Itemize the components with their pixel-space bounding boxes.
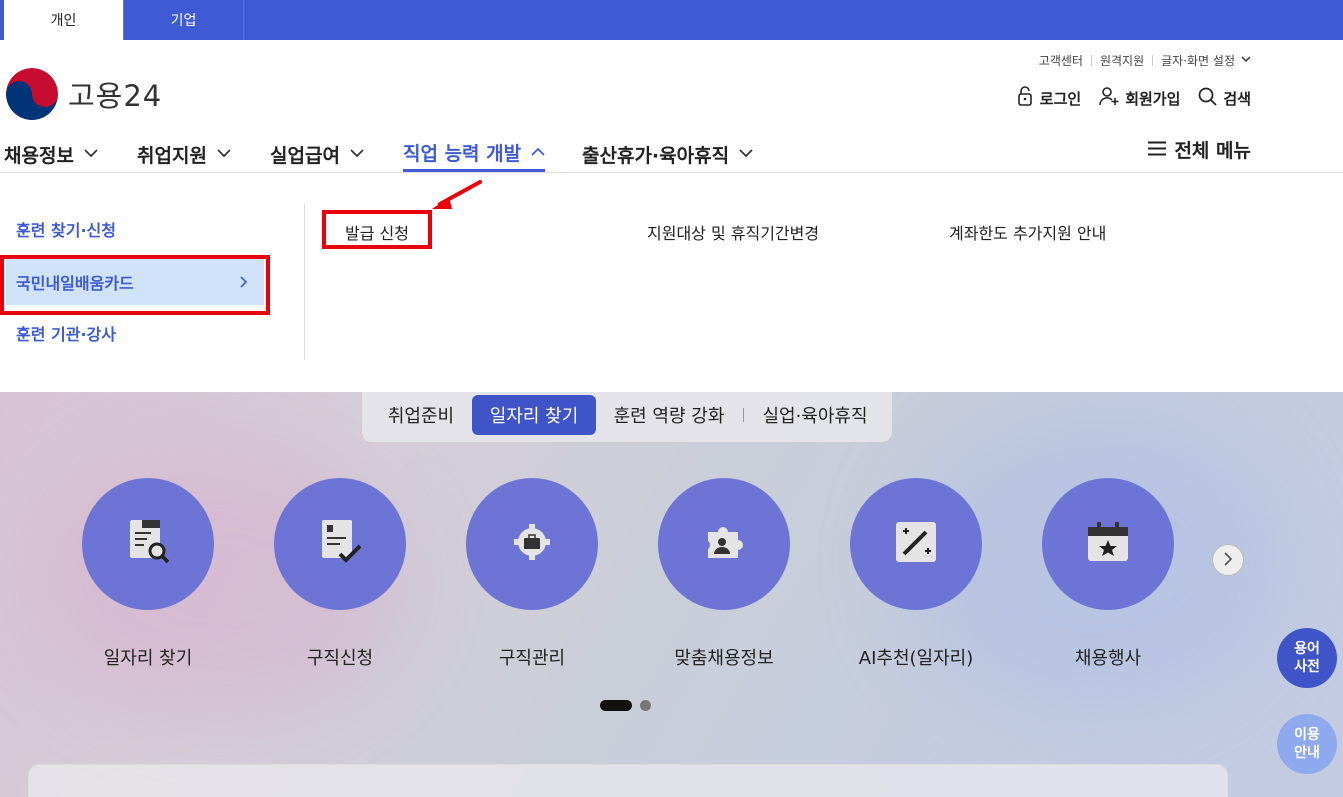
mega-dropdown: 훈련 찾기·신청 국민내일배움카드 훈련 기관·강사 발급 신청 지원대상 및 … [0,173,1343,392]
carousel-dot[interactable] [640,700,651,711]
lock-icon [1016,86,1034,110]
user-links: 로그인 회원가입 검색 [1016,86,1251,110]
highlight-box [0,255,270,315]
chevron-up-icon [531,145,545,160]
search-label: 검색 [1223,89,1251,108]
service-circle [850,478,982,610]
submenu-training-search[interactable]: 훈련 찾기·신청 [6,206,264,252]
divider [304,204,305,360]
carousel-indicator [600,700,651,711]
signup-link[interactable]: 회원가입 [1099,86,1180,110]
service-label: 일자리 찾기 [103,648,193,669]
nav-parental-leave[interactable]: 출산휴가·육아휴직 [582,136,753,172]
service-label: 채용행사 [1074,648,1142,669]
tab-unemployment-leave[interactable]: 실업·육아휴직 [752,395,878,435]
tab-job-prep[interactable]: 취업준비 [376,395,466,435]
glossary-button[interactable]: 용어 사전 [1277,628,1337,688]
submenu-label: 훈련 찾기·신청 [16,221,116,240]
chevron-right-icon [1223,551,1233,570]
tab-job-search[interactable]: 일자리 찾기 [472,395,596,435]
all-menu-label: 전체 메뉴 [1174,140,1251,162]
service-circle [466,478,598,610]
search-icon [1198,87,1217,110]
nav-employment-support[interactable]: 취업지원 [137,136,231,172]
search-link[interactable]: 검색 [1198,87,1251,110]
nav-label: 채용정보 [4,144,74,167]
nav-unemployment-benefits[interactable]: 실업급여 [270,136,364,172]
divider [743,408,744,422]
content-card [28,764,1228,797]
category-tabs: 취업준비 일자리 찾기 훈련 역량 강화 실업·육아휴직 [362,392,892,442]
service-circle [1042,478,1174,610]
divider [1152,55,1154,66]
submenu-label: 훈련 기관·강사 [16,325,116,344]
nav-recruitment-info[interactable]: 채용정보 [4,136,98,172]
menu-eligibility-change[interactable]: 지원대상 및 휴직기간변경 [647,220,819,244]
add-user-icon [1099,86,1119,110]
main-navigation: 채용정보 취업지원 실업급여 직업 능력 개발 출산휴가·육아휴직 전체 메뉴 [0,130,1343,173]
tab-business[interactable]: 기업 [124,0,244,40]
guide-label: 이용 안내 [1294,727,1320,761]
service-custom-jobs[interactable]: 맞춤채용정보 [644,478,804,670]
signup-label: 회원가입 [1125,89,1181,108]
carousel-next-button[interactable] [1212,544,1244,576]
service-job-application[interactable]: 구직신청 [260,478,420,670]
service-label: 구직관리 [498,648,566,669]
hamburger-icon [1148,139,1167,161]
nav-label: 실업급여 [270,144,340,167]
login-label: 로그인 [1039,89,1082,108]
highlight-box [322,210,432,249]
gear-briefcase-icon [508,518,556,570]
taegeuk-logo-icon [6,68,58,120]
service-job-search[interactable]: 일자리 찾기 [68,478,228,670]
utility-links: 고객센터 원격지원 글자·화면 설정 [1039,52,1251,69]
remote-support-link[interactable]: 원격지원 [1100,52,1144,69]
service-circle [274,478,406,610]
magic-wand-icon [892,518,940,570]
document-check-icon [316,516,364,572]
site-logo[interactable]: 고용24 [6,68,162,120]
service-label: 맞춤채용정보 [674,648,774,669]
calendar-star-icon [1084,518,1132,570]
nav-skill-development[interactable]: 직업 능력 개발 [403,136,546,172]
tab-training[interactable]: 훈련 역량 강화 [604,395,734,435]
glossary-label: 용어 사전 [1294,641,1320,675]
user-type-bar: 개인 기업 [0,0,1343,40]
tab-individual[interactable]: 개인 [4,0,124,40]
chevron-down-icon [217,147,231,162]
chevron-down-icon [84,147,98,162]
display-settings-link[interactable]: 글자·화면 설정 [1161,52,1235,69]
chevron-down-icon [350,147,364,162]
divider [1090,55,1092,66]
service-circle [658,478,790,610]
customer-center-link[interactable]: 고객센터 [1039,52,1083,69]
annotation-arrow-icon [428,178,488,218]
logo-text: 고용24 [68,79,163,113]
service-ai-recommend[interactable]: AI추천(일자리) [836,478,996,670]
service-circle [82,478,214,610]
carousel-dot-active[interactable] [600,700,632,711]
menu-limit-support-info[interactable]: 계좌한도 추가지원 안내 [949,220,1106,244]
document-search-icon [124,516,172,572]
puzzle-person-icon [700,518,748,570]
submenu-training-institutions[interactable]: 훈련 기관·강사 [6,310,264,356]
nav-label: 출산휴가·육아휴직 [582,144,730,167]
hero-section: 취업준비 일자리 찾기 훈련 역량 강화 실업·육아휴직 일자리 찾기 구직신청… [0,392,1343,797]
service-label: AI추천(일자리) [858,648,974,669]
nav-label: 취업지원 [137,144,207,167]
chevron-down-icon [739,147,753,162]
service-label: 구직신청 [306,648,374,669]
usage-guide-button[interactable]: 이용 안내 [1277,714,1337,774]
service-job-management[interactable]: 구직관리 [452,478,612,670]
service-job-events[interactable]: 채용행사 [1028,478,1188,670]
login-link[interactable]: 로그인 [1016,86,1081,110]
all-menu-button[interactable]: 전체 메뉴 [1148,136,1251,163]
nav-label: 직업 능력 개발 [403,143,522,165]
chevron-down-icon [1241,55,1251,66]
